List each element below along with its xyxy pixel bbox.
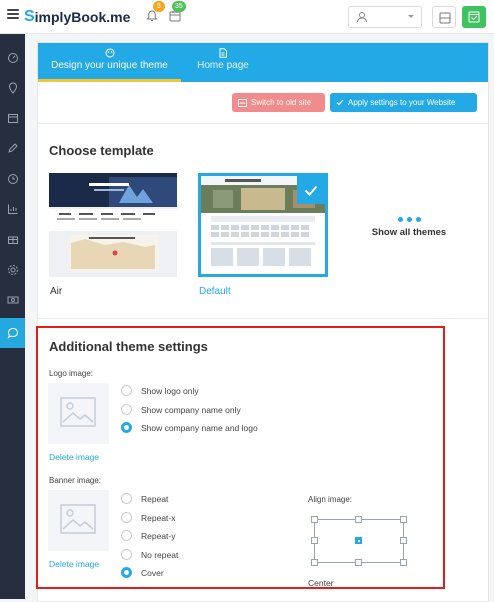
align-middle-right[interactable] (400, 537, 407, 544)
delete-banner-image-link[interactable]: Delete image (49, 559, 99, 569)
template-name-default[interactable]: Default (199, 286, 231, 297)
align-top-center[interactable] (355, 516, 362, 523)
switch-to-old-site-button[interactable]: Switch to old site (232, 93, 325, 112)
divider (38, 123, 488, 124)
user-dropdown[interactable] (348, 6, 422, 28)
radio-no-repeat[interactable]: No repeat (121, 549, 178, 560)
palette-icon (105, 48, 114, 58)
location-icon[interactable] (0, 74, 25, 102)
money-icon[interactable] (0, 286, 25, 314)
align-middle-left[interactable] (311, 537, 318, 544)
radio-circle (121, 493, 132, 504)
check-icon (336, 99, 344, 106)
storage-button[interactable] (432, 6, 456, 28)
banner-image-placeholder[interactable] (48, 490, 109, 551)
air-preview-image (49, 173, 177, 277)
dashboard-icon[interactable] (0, 44, 25, 72)
notifications-badge: 5 (153, 1, 165, 12)
align-value: Center (308, 578, 334, 588)
radio-circle-selected (121, 422, 132, 433)
divider (38, 318, 488, 319)
sidebar (0, 34, 25, 599)
clock-icon[interactable] (0, 165, 25, 193)
align-image-label: Align image: (308, 495, 353, 504)
template-default-thumbnail[interactable] (198, 173, 328, 277)
selected-check-icon (297, 176, 325, 204)
calendar-check-icon (468, 11, 480, 23)
bookings-badge: 35 (172, 1, 186, 12)
image-placeholder-icon (60, 397, 96, 427)
chevron-down-icon (408, 15, 414, 18)
radio-circle-selected (121, 567, 132, 578)
delete-logo-image-link[interactable]: Delete image (49, 452, 99, 462)
top-bar: SimplyBook.me 5 35 (0, 0, 494, 34)
template-air-thumbnail[interactable] (49, 173, 177, 277)
align-center-selected[interactable] (355, 537, 362, 544)
align-bottom-left[interactable] (311, 559, 318, 566)
calendar-button[interactable] (462, 6, 486, 28)
radio-repeat-x[interactable]: Repeat-x (121, 512, 176, 523)
menu-icon[interactable] (7, 9, 19, 19)
pen-icon[interactable] (0, 134, 25, 162)
radio-circle (121, 404, 132, 415)
radio-cover[interactable]: Cover (121, 567, 164, 578)
logo-image-placeholder[interactable] (48, 383, 109, 444)
database-icon (439, 12, 451, 24)
banner-image-label: Banner image: (49, 476, 102, 485)
page-icon (219, 48, 227, 58)
user-icon (357, 12, 367, 23)
radio-circle (121, 385, 132, 396)
more-dots-icon (368, 217, 450, 222)
image-placeholder-icon (60, 504, 96, 534)
app-logo[interactable]: SimplyBook.me (24, 8, 130, 26)
radio-repeat-y[interactable]: Repeat-y (121, 530, 176, 541)
additional-settings-heading: Additional theme settings (49, 339, 208, 354)
radio-show-company-name-only[interactable]: Show company name only (121, 404, 241, 415)
show-all-themes-button[interactable]: Show all themes (368, 217, 450, 238)
template-name-air[interactable]: Air (50, 286, 62, 297)
tabs-bar: Design your unique theme Home page (38, 43, 488, 82)
radio-circle (121, 512, 132, 523)
align-top-left[interactable] (311, 516, 318, 523)
radio-show-logo-only[interactable]: Show logo only (121, 385, 199, 396)
chat-icon[interactable] (0, 318, 25, 348)
align-bottom-right[interactable] (400, 559, 407, 566)
align-bottom-center[interactable] (355, 559, 362, 566)
tab-design-theme[interactable]: Design your unique theme (38, 43, 181, 82)
settings-icon[interactable] (0, 256, 25, 284)
choose-template-heading: Choose template (49, 143, 154, 158)
gift-icon[interactable] (0, 225, 25, 253)
radio-circle (121, 530, 132, 541)
align-top-right[interactable] (400, 516, 407, 523)
calendar-icon[interactable] (0, 104, 25, 132)
radio-show-company-name-and-logo[interactable]: Show company name and logo (121, 422, 258, 433)
switch-icon (238, 98, 247, 107)
logo-image-label: Logo image: (49, 369, 94, 378)
tab-home-page[interactable]: Home page (188, 43, 258, 82)
align-image-grid[interactable] (311, 516, 407, 566)
apply-settings-button[interactable]: Apply settings to your Website (330, 93, 477, 112)
design-panel: Design your unique theme Home page Switc… (36, 42, 489, 602)
radio-repeat[interactable]: Repeat (121, 493, 168, 504)
chart-icon[interactable] (0, 195, 25, 223)
radio-circle (121, 549, 132, 560)
